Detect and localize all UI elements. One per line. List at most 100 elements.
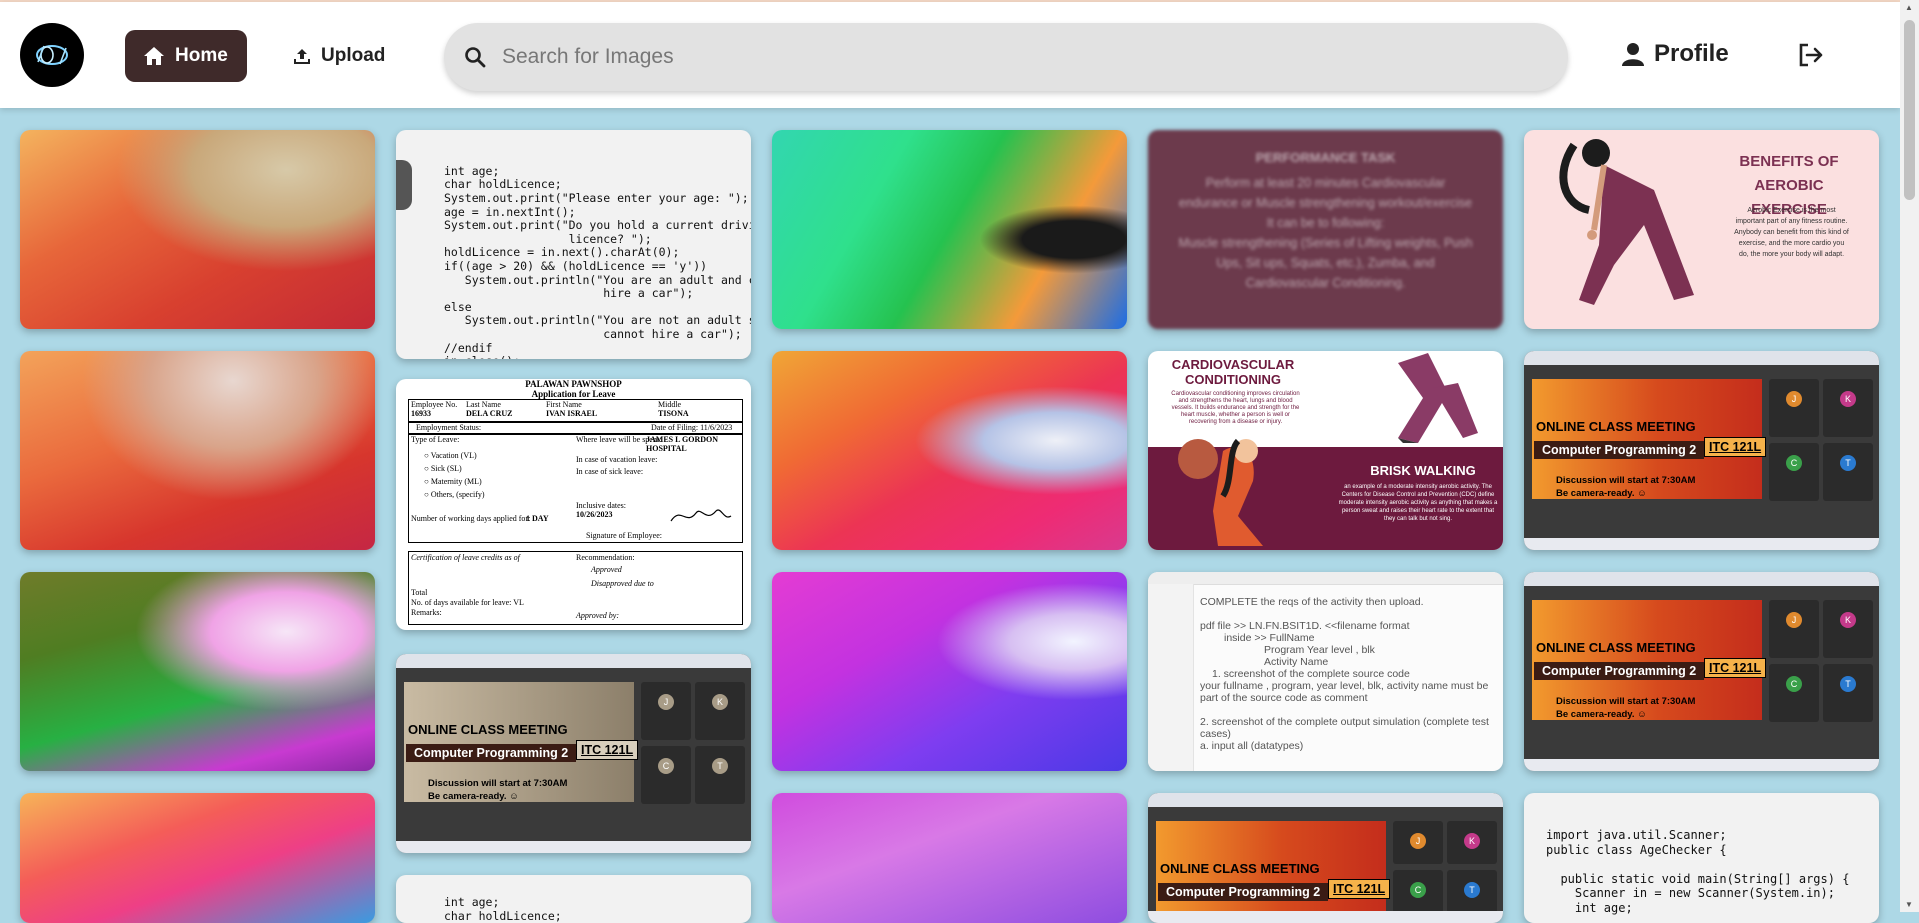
search-icon	[465, 47, 486, 68]
image-card-cardio-infographic[interactable]: CARDIOVASCULAR CONDITIONING Cardiovascul…	[1148, 351, 1503, 550]
instr-line: pdf file >> LN.FN.BSIT1D. <<filename for…	[1200, 620, 1410, 632]
image-card-wallpaper[interactable]	[772, 572, 1127, 771]
participant-tile	[641, 682, 691, 740]
code-line: char holdLicence;	[444, 177, 562, 192]
browser-bar	[396, 654, 751, 668]
image-card-wallpaper[interactable]	[772, 793, 1127, 923]
image-card-wallpaper[interactable]	[20, 793, 375, 923]
image-card-code-screenshot[interactable]: int age;char holdLicence;System.out.prin…	[396, 875, 751, 923]
image-card-wallpaper[interactable]	[20, 572, 375, 771]
form-label: Middle	[658, 400, 682, 409]
home-button[interactable]: Home	[125, 30, 247, 82]
image-card-code-screenshot[interactable]: int age;char holdLicence;System.out.prin…	[396, 130, 751, 359]
upload-button[interactable]: Upload	[275, 30, 405, 82]
search-bar[interactable]	[444, 23, 1568, 91]
instr-line: 2. screenshot of the complete output sim…	[1200, 716, 1489, 740]
leave-type-option: ○ Others, (specify)	[424, 490, 485, 499]
image-card-performance-task[interactable]: PERFORMANCE TASK Perform at least 20 min…	[1148, 130, 1503, 329]
image-card-aerobic-infographic[interactable]: BENEFITS OF AEROBIC EXERCISE Aerobic Exe…	[1524, 130, 1879, 329]
meeting-title: ONLINE CLASS MEETING	[1160, 861, 1320, 876]
participant-avatar: T	[1840, 455, 1856, 471]
image-card-instructions-screenshot[interactable]: COMPLETE the reqs of the activity then u…	[1148, 572, 1503, 771]
image-card-meeting-screenshot[interactable]: ONLINE CLASS MEETING Computer Programming…	[1524, 351, 1879, 550]
image-card-wallpaper[interactable]	[772, 130, 1127, 329]
form-label: Inclusive dates:	[576, 501, 626, 510]
leave-type-option: ○ Sick (SL)	[424, 464, 462, 473]
code-line: System.out.print("Do you hold a current …	[444, 218, 751, 233]
form-value: 16933	[411, 409, 431, 418]
code-line: System.out.println("You are not an adult…	[444, 313, 751, 328]
image-card-wallpaper[interactable]	[20, 130, 375, 329]
participant-avatar: T	[1464, 882, 1480, 898]
code-line: public class AgeChecker {	[1546, 842, 1727, 857]
form-label: Total	[411, 588, 428, 597]
code-line: int age;	[444, 163, 500, 178]
image-card-leave-form[interactable]: PALAWAN PAWNSHOP Application for Leave E…	[396, 379, 751, 630]
participant-avatar: C	[1786, 676, 1802, 692]
form-label: Approved by:	[576, 611, 620, 620]
meeting-code: ITC 121L	[1704, 658, 1767, 678]
instr-line: Activity Name	[1264, 656, 1329, 668]
form-label: Employee No.	[411, 400, 458, 409]
logout-button[interactable]	[1797, 42, 1825, 73]
code-line: //endif	[444, 340, 493, 355]
image-card-wallpaper[interactable]	[20, 351, 375, 550]
form-value: Date of Filing: 11/6/2023	[651, 423, 733, 432]
code-line: age = in.nextInt();	[444, 204, 576, 219]
taskbar	[396, 841, 751, 853]
page-scrollbar[interactable]: ▲ ▼	[1900, 0, 1919, 912]
image-card-meeting-screenshot[interactable]: ONLINE CLASS MEETING Computer Programming…	[1148, 793, 1503, 923]
participant-avatar: J	[1786, 391, 1802, 407]
code-line: import java.util.Scanner;	[1546, 828, 1727, 842]
browser-bar	[1524, 351, 1879, 365]
image-card-wallpaper[interactable]	[772, 351, 1127, 550]
brisk-body: an example of a moderate intensity aerob…	[1338, 484, 1498, 522]
form-title: Application for Leave	[531, 389, 616, 399]
search-input[interactable]	[500, 44, 1504, 70]
image-card-code-screenshot[interactable]: import java.util.Scanner; public class Ag…	[1524, 793, 1879, 923]
code-line: public static void main(String[] args) {	[1546, 871, 1850, 886]
form-label: In case of vacation leave:	[576, 455, 658, 464]
meeting-title: ONLINE CLASS MEETING	[1536, 640, 1696, 655]
participant-avatar: T	[1840, 676, 1856, 692]
scrollbar-thumb[interactable]	[1904, 20, 1915, 200]
profile-button[interactable]: Profile	[1622, 40, 1729, 68]
image-card-meeting-screenshot[interactable]: ONLINE CLASS MEETING Computer Programming…	[1524, 572, 1879, 771]
code-line: int age;	[444, 895, 500, 910]
participant-avatar: J	[1786, 612, 1802, 628]
participant-tile	[1769, 443, 1819, 501]
participant-avatar: K	[1840, 391, 1856, 407]
taskbar	[1524, 759, 1879, 771]
form-company: PALAWAN PAWNSHOP	[525, 379, 622, 389]
code-line: in.close();	[444, 354, 751, 359]
meeting-line1: Discussion will start at 7:30AM	[428, 778, 568, 789]
scroll-down-arrow-icon[interactable]: ▼	[1905, 900, 1913, 909]
leave-type-option: ○ Maternity (ML)	[424, 477, 482, 486]
instr-line: your fullname , program, year level, blk…	[1200, 680, 1489, 704]
meeting-course: Computer Programming 2	[1534, 662, 1705, 680]
form-label: First Name	[546, 400, 582, 409]
camera-lens-logo-icon[interactable]	[20, 23, 84, 87]
instr-line: COMPLETE the reqs of the activity then u…	[1200, 596, 1424, 608]
code-line: hire a car");	[444, 286, 694, 301]
participant-avatar: K	[1464, 833, 1480, 849]
form-value: IVAN ISRAEL	[546, 409, 598, 418]
meeting-course: Computer Programming 2	[406, 744, 577, 762]
upload-icon	[294, 49, 310, 64]
participant-tile	[1823, 664, 1873, 722]
form-label: Certification of leave credits as of	[411, 553, 520, 562]
image-card-meeting-screenshot[interactable]: ONLINE CLASS MEETING Computer Programming…	[396, 654, 751, 853]
scroll-up-arrow-icon[interactable]: ▲	[1905, 3, 1913, 12]
participant-avatar: C	[1786, 455, 1802, 471]
code-line: System.out.print("Please enter your age:…	[444, 190, 749, 205]
code-line: else	[444, 299, 472, 314]
aerobic-body: Aerobic Exercise is the most important p…	[1734, 207, 1849, 258]
participant-avatar: J	[1410, 833, 1426, 849]
participant-avatar: K	[1840, 612, 1856, 628]
home-icon	[144, 47, 164, 65]
form-label: No. of days available for leave: VL	[411, 598, 524, 607]
form-value: 1 DAY	[526, 514, 549, 523]
pt-body: Perform at least 20 minutes Cardiovascul…	[1178, 176, 1473, 210]
participant-tile	[1823, 379, 1873, 437]
user-icon	[1622, 43, 1644, 66]
